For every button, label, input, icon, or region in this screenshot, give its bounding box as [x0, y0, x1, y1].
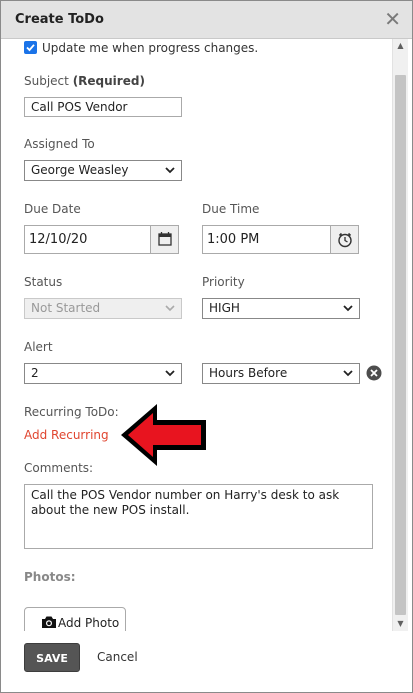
due-time-picker-button[interactable]	[331, 225, 359, 254]
clear-x-icon[interactable]	[366, 365, 382, 384]
red-arrow-icon	[118, 401, 210, 474]
subject-required-note: (Required)	[72, 74, 145, 88]
due-date-label: Due Date	[24, 202, 81, 216]
due-date-input[interactable]: 12/10/20	[24, 225, 151, 254]
subject-label: Subject (Required)	[24, 74, 145, 88]
notify-checkbox[interactable]	[24, 41, 37, 54]
add-photo-button[interactable]: Add Photo	[24, 607, 126, 631]
chevron-down-icon	[165, 305, 175, 312]
dialog-titlebar: Create ToDo ✕	[1, 1, 412, 39]
subject-input[interactable]: Call POS Vendor	[24, 97, 182, 117]
create-todo-dialog: Create ToDo ✕ Update me when progress ch…	[0, 0, 413, 693]
subject-label-text: Subject	[24, 74, 69, 88]
alert-unit-value: Hours Before	[209, 366, 288, 380]
chevron-down-icon	[165, 370, 175, 377]
close-icon[interactable]: ✕	[384, 9, 401, 29]
due-time-input[interactable]: 1:00 PM	[202, 225, 331, 254]
notify-checkbox-label: Update me when progress changes.	[42, 41, 259, 55]
chevron-down-icon	[343, 370, 353, 377]
alarm-clock-icon	[338, 232, 352, 248]
alert-amount-value: 2	[31, 366, 39, 380]
vertical-scrollbar[interactable]: ▲ ▼	[392, 39, 408, 631]
chevron-down-icon	[343, 305, 353, 312]
assigned-to-value: George Weasley	[31, 163, 129, 177]
priority-select[interactable]: HIGH	[202, 298, 360, 319]
scroll-up-arrow-icon[interactable]: ▲	[393, 39, 408, 53]
scrollbar-thumb[interactable]	[395, 75, 406, 615]
add-photo-label: Add Photo	[58, 616, 120, 630]
priority-label: Priority	[202, 275, 245, 289]
alert-unit-select[interactable]: Hours Before	[202, 363, 360, 384]
due-time-label: Due Time	[202, 202, 260, 216]
scroll-down-arrow-icon[interactable]: ▼	[393, 617, 408, 631]
dialog-footer: SAVE Cancel	[1, 631, 412, 692]
comments-label: Comments:	[24, 461, 94, 475]
save-button[interactable]: SAVE	[24, 643, 80, 672]
status-select: Not Started	[24, 298, 182, 319]
chevron-down-icon	[165, 167, 175, 174]
assigned-to-label: Assigned To	[24, 137, 95, 151]
form-scroll-area[interactable]: Update me when progress changes. Subject…	[1, 39, 391, 631]
calendar-icon	[158, 232, 172, 246]
cancel-button[interactable]: Cancel	[97, 650, 138, 664]
alert-amount-select[interactable]: 2	[24, 363, 182, 384]
due-date-picker-button[interactable]	[151, 225, 179, 254]
priority-value: HIGH	[209, 301, 240, 315]
add-recurring-link[interactable]: Add Recurring	[24, 428, 109, 442]
assigned-to-select[interactable]: George Weasley	[24, 160, 182, 181]
comments-textarea[interactable]: Call the POS Vendor number on Harry's de…	[24, 484, 373, 549]
photos-label: Photos:	[24, 570, 76, 584]
recurring-label: Recurring ToDo:	[24, 405, 119, 419]
status-value: Not Started	[31, 301, 101, 315]
camera-icon	[42, 616, 56, 628]
status-label: Status	[24, 275, 63, 289]
alert-label: Alert	[24, 340, 53, 354]
dialog-title: Create ToDo	[15, 12, 104, 27]
